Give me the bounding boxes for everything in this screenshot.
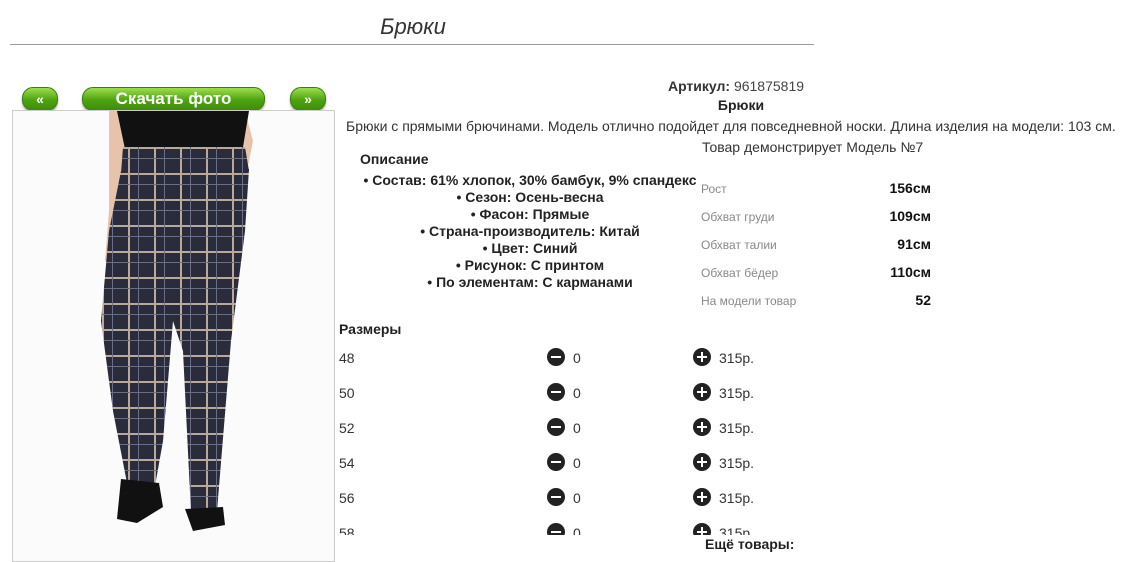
page-title: Брюки <box>380 14 446 39</box>
product-description: Брюки с прямыми брючинами. Модель отличн… <box>346 118 1116 134</box>
size-price: 315р. <box>719 525 755 535</box>
size-quantity: 0 <box>573 350 581 366</box>
minus-icon[interactable] <box>547 453 565 471</box>
minus-icon[interactable] <box>547 488 565 506</box>
article-label: Артикул: <box>667 78 731 94</box>
size-price: 315р. <box>719 420 755 436</box>
size-quantity: 0 <box>573 455 581 471</box>
param-value: 52 <box>915 292 931 308</box>
product-photo <box>12 110 335 562</box>
param-value: 156см <box>889 180 931 196</box>
param-label: Рост <box>701 182 727 196</box>
param-value: 91см <box>897 236 931 252</box>
plus-icon[interactable] <box>693 488 711 506</box>
minus-icon[interactable] <box>547 523 565 535</box>
minus-icon[interactable] <box>547 383 565 401</box>
size-row: 56 0 315р. <box>339 485 899 520</box>
param-label: Обхват бёдер <box>701 266 779 280</box>
sizes-heading: Размеры <box>339 321 402 337</box>
product-photo-image <box>101 111 253 531</box>
size-row: 48 0 315р. <box>339 345 899 380</box>
model-note: Товар демонстрирует Модель №7 <box>702 139 924 155</box>
prev-photo-button[interactable]: « <box>22 87 58 111</box>
param-row: Обхват груди 109см <box>701 208 931 236</box>
attributes-list: Состав: 61% хлопок, 30% бамбук, 9% спанд… <box>360 172 700 291</box>
size-value: 48 <box>339 350 355 366</box>
plus-icon[interactable] <box>693 383 711 401</box>
size-quantity: 0 <box>573 420 581 436</box>
minus-icon[interactable] <box>547 348 565 366</box>
param-label: Обхват талии <box>701 238 777 252</box>
param-value: 110см <box>890 264 931 280</box>
edge-fragment <box>1132 28 1136 38</box>
size-price: 315р. <box>719 490 755 506</box>
size-quantity: 0 <box>573 525 581 535</box>
attribute-item: Состав: 61% хлопок, 30% бамбук, 9% спанд… <box>360 172 700 189</box>
size-quantity: 0 <box>573 385 581 401</box>
param-row: Обхват бёдер 110см <box>701 264 931 292</box>
plus-icon[interactable] <box>693 348 711 366</box>
param-row: Рост 156см <box>701 180 931 208</box>
size-value: 52 <box>339 420 355 436</box>
title-divider <box>10 44 814 45</box>
size-value: 58 <box>339 525 355 535</box>
more-products-heading: Ещё товары: <box>705 536 795 552</box>
size-price: 315р. <box>719 455 755 471</box>
param-row: Обхват талии 91см <box>701 236 931 264</box>
size-row: 54 0 315р. <box>339 450 899 485</box>
size-row: 52 0 315р. <box>339 415 899 450</box>
article-line: Артикул: 961875819 <box>336 78 1136 94</box>
param-row: На модели товар 52 <box>701 292 931 320</box>
param-value: 109см <box>889 208 931 224</box>
model-params: Рост 156см Обхват груди 109см Обхват тал… <box>701 180 931 320</box>
size-value: 56 <box>339 490 355 506</box>
size-value: 50 <box>339 385 355 401</box>
plus-icon[interactable] <box>693 523 711 535</box>
sizes-table: 48 0 315р. 50 0 315р. 52 0 315р. 54 0 31… <box>339 345 899 535</box>
param-label: Обхват груди <box>701 210 775 224</box>
download-photo-button[interactable]: Скачать фото <box>82 87 265 111</box>
attribute-item: Цвет: Синий <box>360 240 700 257</box>
param-label: На модели товар <box>701 294 797 308</box>
size-price: 315р. <box>719 350 755 366</box>
size-row: 50 0 315р. <box>339 380 899 415</box>
attribute-item: По элементам: С карманами <box>360 274 700 291</box>
plus-icon[interactable] <box>693 453 711 471</box>
attribute-item: Страна-производитель: Китай <box>360 223 700 240</box>
minus-icon[interactable] <box>547 418 565 436</box>
size-quantity: 0 <box>573 490 581 506</box>
attribute-item: Сезон: Осень-весна <box>360 189 700 206</box>
size-row: 58 0 315р. <box>339 520 899 535</box>
plus-icon[interactable] <box>693 418 711 436</box>
attribute-item: Фасон: Прямые <box>360 206 700 223</box>
size-value: 54 <box>339 455 355 471</box>
product-name: Брюки <box>717 97 765 113</box>
attributes-heading: Описание <box>360 151 429 167</box>
size-price: 315р. <box>719 385 755 401</box>
article-value: 961875819 <box>733 78 805 94</box>
attribute-item: Рисунок: С принтом <box>360 257 700 274</box>
next-photo-button[interactable]: » <box>290 87 326 111</box>
